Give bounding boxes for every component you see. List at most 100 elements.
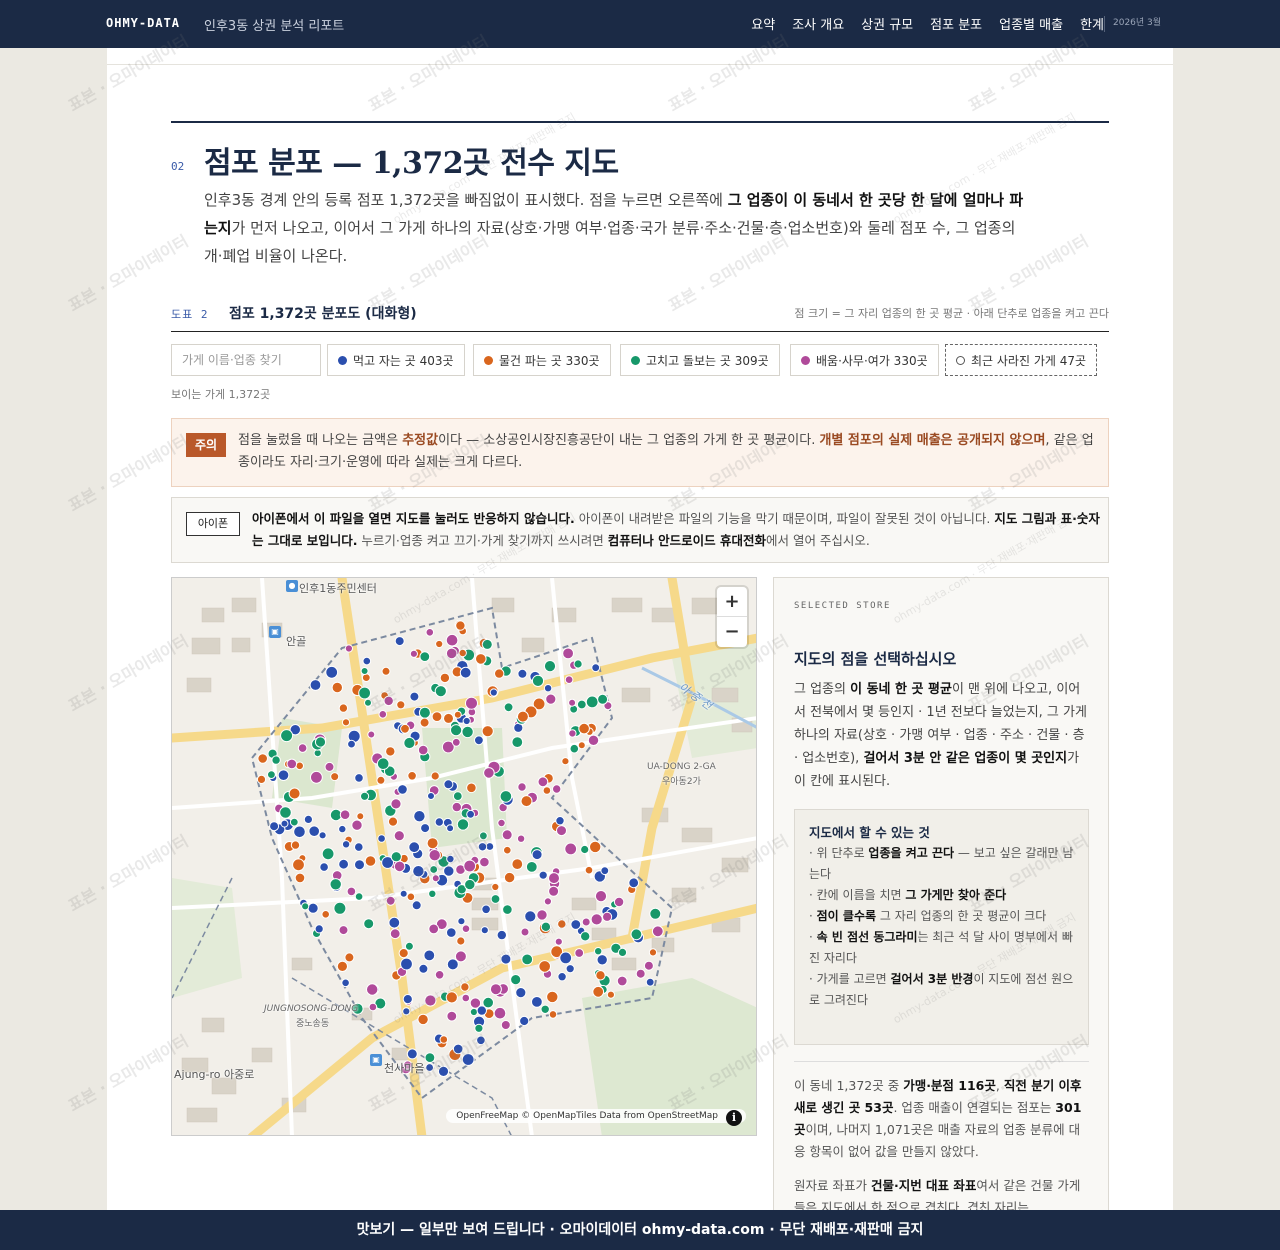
store-dot[interactable] [451,737,461,747]
store-dot[interactable] [435,639,444,649]
store-dot[interactable] [383,695,394,707]
store-dot[interactable] [407,771,417,781]
store-dot[interactable] [564,842,578,856]
store-dot[interactable] [333,901,347,915]
store-dot[interactable] [434,685,447,698]
store-dot[interactable] [314,736,327,748]
store-dot[interactable] [378,710,388,719]
store-dot[interactable] [321,910,330,919]
store-dot[interactable] [548,872,560,885]
store-dot[interactable] [403,736,416,750]
nav-store-distribution[interactable]: 점포 분포 [930,14,982,33]
zoom-out-button[interactable]: − [717,617,747,647]
store-dot[interactable] [426,837,439,850]
store-dot[interactable] [617,947,628,957]
store-dot[interactable] [481,638,493,650]
store-dot[interactable] [503,871,516,884]
store-dot[interactable] [565,964,575,974]
store-dot[interactable] [531,849,543,861]
store-dot[interactable] [257,753,268,764]
store-dot[interactable] [584,865,594,875]
store-dot[interactable] [428,923,440,935]
store-dot[interactable] [331,681,344,694]
store-dot[interactable] [643,960,654,971]
store-dot[interactable] [649,907,662,920]
store-dot[interactable] [429,865,439,874]
store-dot[interactable] [481,725,494,738]
store-dot[interactable] [293,825,306,839]
store-dot[interactable] [475,653,487,665]
store-dot[interactable] [568,729,577,738]
store-dot[interactable] [576,699,587,710]
store-dot[interactable] [418,963,429,974]
store-dot[interactable] [589,840,602,854]
store-dot[interactable] [406,1048,418,1060]
store-dot[interactable] [445,633,459,647]
store-dot[interactable] [578,722,590,735]
store-dot[interactable] [402,994,413,1005]
store-dot[interactable] [496,929,507,941]
filter-chip-closed-stores[interactable]: 최근 사라진 가게 47곳 [945,344,1098,376]
store-dot[interactable] [385,895,396,906]
store-dot[interactable] [483,767,495,779]
store-dot[interactable] [503,845,512,855]
store-dot[interactable] [543,897,552,906]
store-dot[interactable] [489,688,498,697]
store-dot[interactable] [428,889,437,898]
store-dot[interactable] [569,743,580,754]
store-dot[interactable] [294,872,306,884]
store-dot[interactable] [368,1002,378,1012]
store-dot[interactable] [500,953,512,965]
store-dot[interactable] [360,667,369,675]
store-dot[interactable] [616,975,628,987]
store-dot[interactable] [409,649,418,658]
store-dot[interactable] [525,861,538,873]
store-dot[interactable] [540,1004,550,1014]
store-dot[interactable] [648,948,658,957]
store-dot[interactable] [330,772,340,782]
store-dot[interactable] [580,931,591,942]
store-dot[interactable] [396,700,406,710]
store-dot[interactable] [477,842,488,852]
store-dot[interactable] [389,928,401,940]
store-dot[interactable] [479,831,488,841]
store-dot[interactable] [364,698,372,707]
store-dot[interactable] [297,743,308,753]
store-dot[interactable] [499,790,513,803]
store-dot[interactable] [288,787,301,800]
store-dot[interactable] [590,913,603,926]
store-dot[interactable] [437,1065,450,1077]
store-dot[interactable] [307,902,319,914]
store-dot[interactable] [446,958,459,971]
store-dot[interactable] [308,825,320,837]
store-dot[interactable] [460,982,470,992]
store-dot[interactable] [341,978,350,988]
store-dot[interactable] [585,695,599,709]
store-dot[interactable] [554,937,563,946]
store-dot[interactable] [319,862,329,872]
store-dot[interactable] [457,917,466,926]
store-dot[interactable] [318,831,327,840]
store-dot[interactable] [552,784,562,794]
store-dot[interactable] [568,698,577,707]
store-dot[interactable] [548,885,560,897]
store-dot[interactable] [338,925,349,936]
filter-chip-retail[interactable]: 물건 파는 곳 330곳 [473,344,611,376]
store-dot[interactable] [418,706,431,719]
store-dot[interactable] [469,1007,478,1017]
store-dot[interactable] [289,817,299,827]
store-dot[interactable] [600,866,610,876]
store-dot[interactable] [377,834,386,843]
zoom-in-button[interactable]: + [717,587,747,617]
store-dot[interactable] [292,858,305,872]
store-dot[interactable] [489,983,502,996]
store-dot[interactable] [381,666,391,676]
store-dot[interactable] [511,858,524,871]
store-dot[interactable] [354,892,364,901]
store-dot[interactable] [303,814,313,824]
store-dot[interactable] [606,990,615,999]
store-dot[interactable] [363,918,375,930]
store-dot[interactable] [570,919,582,930]
store-dot[interactable] [339,809,351,820]
store-dot[interactable] [367,730,376,739]
